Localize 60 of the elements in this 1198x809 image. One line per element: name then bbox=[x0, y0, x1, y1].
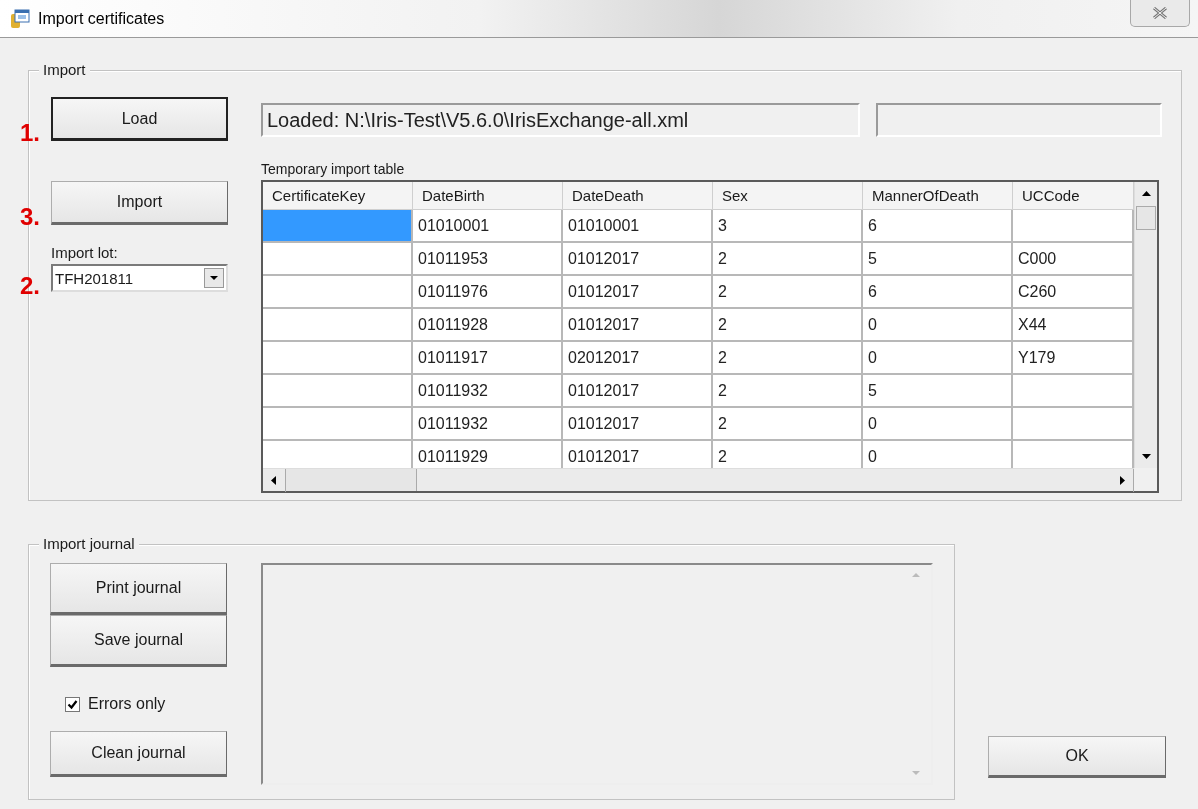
load-button[interactable]: Load bbox=[51, 97, 228, 141]
scroll-thumb[interactable] bbox=[1136, 206, 1156, 230]
table-cell: 6 bbox=[863, 210, 1013, 243]
journal-button[interactable]: Save journal bbox=[50, 615, 227, 667]
table-cell: 2 bbox=[713, 375, 863, 408]
checkmark-icon bbox=[67, 698, 78, 710]
table-cell: 01012017 bbox=[563, 243, 713, 276]
table-cell: 2 bbox=[713, 276, 863, 309]
step-number: 3. bbox=[20, 203, 40, 231]
table-cell: 01012017 bbox=[563, 375, 713, 408]
column-header[interactable]: Sex bbox=[713, 182, 863, 209]
field-label: Import lot: bbox=[51, 244, 119, 261]
table-cell: 2 bbox=[713, 342, 863, 375]
table-cell: 5 bbox=[863, 243, 1013, 276]
column-header[interactable]: DateDeath bbox=[563, 182, 713, 209]
close-button[interactable] bbox=[1130, 0, 1190, 27]
horizontal-scrollbar[interactable] bbox=[263, 468, 1134, 491]
table-cell: 01012017 bbox=[563, 408, 713, 441]
table-cell: 2 bbox=[713, 243, 863, 276]
ok-button[interactable]: OK bbox=[988, 736, 1166, 778]
vertical-scrollbar[interactable] bbox=[1134, 182, 1157, 468]
scroll-down-icon bbox=[912, 771, 920, 775]
journal-button[interactable]: Print journal bbox=[50, 563, 227, 615]
table-cell: 01011976 bbox=[413, 276, 563, 309]
table-cell: 01012017 bbox=[563, 276, 713, 309]
table-cell: 5 bbox=[863, 375, 1013, 408]
table-cell: 0 bbox=[863, 408, 1013, 441]
step-number: 1. bbox=[20, 119, 40, 147]
table-cell: 02012017 bbox=[563, 342, 713, 375]
window-icon bbox=[10, 8, 30, 29]
table-cell: 01011928 bbox=[413, 309, 563, 342]
scrollbar-corner bbox=[1134, 468, 1157, 491]
table-cell: 01012017 bbox=[563, 309, 713, 342]
errors-only-checkbox[interactable]: Errors only bbox=[65, 695, 250, 713]
table-cell: 01011917 bbox=[413, 342, 563, 375]
table-cell: 2 bbox=[713, 309, 863, 342]
import-button[interactable]: Import bbox=[51, 181, 228, 225]
close-icon bbox=[1152, 7, 1168, 19]
table-cell: 0 bbox=[863, 309, 1013, 342]
scroll-up-icon bbox=[912, 573, 920, 577]
table-cell: 01011953 bbox=[413, 243, 563, 276]
table-cell: 0 bbox=[863, 342, 1013, 375]
table-cell: 01011932 bbox=[413, 375, 563, 408]
column-header[interactable]: DateBirth bbox=[413, 182, 563, 209]
status-field[interactable] bbox=[876, 103, 1162, 137]
step-number: 2. bbox=[20, 272, 40, 300]
loaded-file-field[interactable]: Loaded: N:\Iris-Test\V5.6.0\IrisExchange-all.xml bbox=[261, 103, 860, 137]
table-cell: 6 bbox=[863, 276, 1013, 309]
table-cell: 2 bbox=[713, 408, 863, 441]
table-cell: 01010001 bbox=[413, 210, 563, 243]
column-header[interactable]: MannerOfDeath bbox=[863, 182, 1013, 209]
table-cell: 01011932 bbox=[413, 408, 563, 441]
journal-button[interactable]: Clean journal bbox=[50, 731, 227, 777]
table-title: Temporary import table bbox=[261, 160, 406, 178]
window-title: Import certificates bbox=[38, 9, 165, 28]
column-header[interactable]: CertificateKey bbox=[263, 182, 413, 209]
import-lot-dropdown[interactable]: TFH201811 bbox=[51, 264, 228, 292]
table-cell: 01010001 bbox=[563, 210, 713, 243]
table-cell: 3 bbox=[713, 210, 863, 243]
group-title: Import journal bbox=[39, 535, 139, 552]
